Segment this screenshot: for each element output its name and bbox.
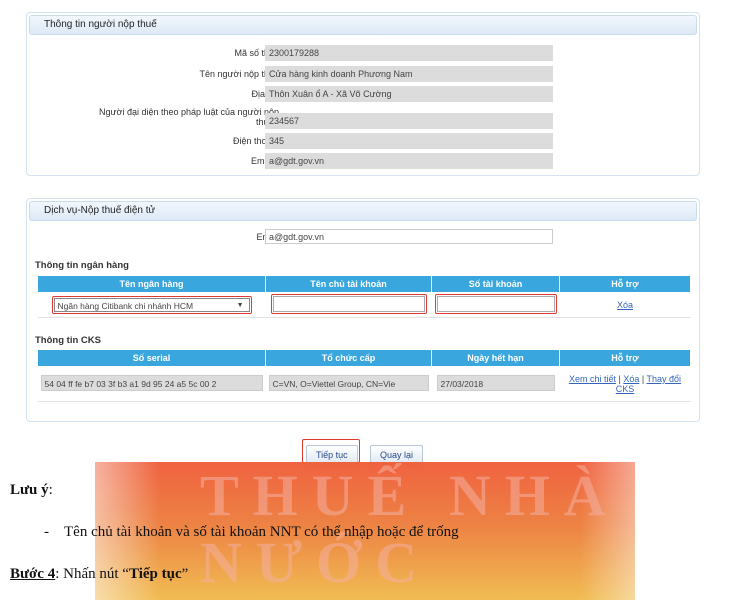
col-cks-support: Hỗ trợ bbox=[559, 349, 691, 367]
bank-row: Ngân hàng Citibank chi nhánh HCM ▼ Xóa bbox=[37, 292, 691, 318]
account-holder-input[interactable] bbox=[272, 296, 425, 312]
delete-bank-link[interactable]: Xóa bbox=[617, 300, 633, 310]
account-number-highlight bbox=[434, 294, 557, 314]
delete-cks-link[interactable]: Xóa bbox=[623, 374, 639, 384]
col-expiry: Ngày hết hạn bbox=[431, 349, 560, 367]
bullet-dash: - bbox=[44, 524, 49, 540]
taxpayer-info-panel: Thông tin người nộp thuế Mã số thuế 2300… bbox=[26, 12, 700, 176]
serial-value: 54 04 ff fe b7 03 3f b3 a1 9d 95 24 a5 5… bbox=[40, 375, 263, 391]
tax-code-value: 2300179288 bbox=[265, 45, 553, 61]
col-issuer: Tổ chức cấp bbox=[265, 349, 432, 367]
field-label-line1: Người đại diện theo pháp luật của người … bbox=[99, 107, 279, 117]
cks-row: 54 04 ff fe b7 03 3f b3 a1 9d 95 24 a5 5… bbox=[37, 366, 691, 402]
address-value: Thôn Xuân ổ A - Xã Võ Cường bbox=[265, 86, 553, 102]
email-input[interactable]: a@gdt.gov.vn bbox=[265, 153, 553, 169]
note-item: - Tên chủ tài khoản và số tài khoản NNT … bbox=[44, 524, 459, 540]
field-address: Địa chỉ Thôn Xuân ổ A - Xã Võ Cường bbox=[27, 86, 699, 102]
legal-representative-input[interactable]: 234567 bbox=[265, 113, 553, 129]
bank-section-title: Thông tin ngân hàng bbox=[35, 260, 129, 271]
cks-table: Số serial Tổ chức cấp Ngày hết hạn Hỗ tr… bbox=[37, 349, 691, 402]
field-taxpayer-name: Tên người nộp thuế Cửa hàng kinh doanh P… bbox=[27, 66, 699, 82]
field-tax-code: Mã số thuế 2300179288 bbox=[27, 45, 699, 61]
service-email-input[interactable]: a@gdt.gov.vn bbox=[265, 229, 553, 244]
taxpayer-name-value: Cửa hàng kinh doanh Phương Nam bbox=[265, 66, 553, 82]
bank-select-highlight: Ngân hàng Citibank chi nhánh HCM ▼ bbox=[51, 296, 252, 314]
service-panel-title: Dịch vụ-Nộp thuế điện tử bbox=[29, 201, 697, 221]
dropdown-arrow-icon: ▼ bbox=[236, 302, 244, 309]
col-bank-name: Tên ngân hàng bbox=[37, 275, 266, 293]
issuer-value: C=VN, O=Viettel Group, CN=Vie bbox=[268, 375, 429, 391]
phone-input[interactable]: 345 bbox=[265, 133, 553, 149]
field-phone: Điện thoại* 345 bbox=[27, 133, 699, 149]
expiry-value: 27/03/2018 bbox=[436, 375, 555, 391]
taxpayer-panel-title: Thông tin người nộp thuế bbox=[29, 15, 697, 35]
account-number-input[interactable] bbox=[436, 296, 555, 312]
col-account-holder: Tên chủ tài khoản bbox=[265, 275, 432, 293]
field-legal-representative: Người đại diện theo pháp luật của người … bbox=[27, 107, 699, 135]
service-email-row: Email a@gdt.gov.vn bbox=[27, 229, 699, 245]
field-label: Người đại diện theo pháp luật của người … bbox=[99, 107, 279, 127]
view-detail-link[interactable]: Xem chi tiết bbox=[569, 374, 616, 384]
field-email: Email* a@gdt.gov.vn bbox=[27, 153, 699, 169]
col-account-number: Số tài khoản bbox=[431, 275, 560, 293]
note-heading: Lưu ý: bbox=[10, 482, 53, 498]
cks-table-header: Số serial Tổ chức cấp Ngày hết hạn Hỗ tr… bbox=[37, 349, 691, 367]
col-serial: Số serial bbox=[37, 349, 266, 367]
step-instruction: Bước 4: Nhấn nút “Tiếp tục” bbox=[10, 566, 189, 582]
cks-section-title: Thông tin CKS bbox=[35, 335, 101, 346]
col-support: Hỗ trợ bbox=[559, 275, 691, 293]
bank-select[interactable]: Ngân hàng Citibank chi nhánh HCM ▼ bbox=[53, 298, 250, 312]
account-holder-highlight bbox=[270, 294, 427, 314]
bank-table: Tên ngân hàng Tên chủ tài khoản Số tài k… bbox=[37, 275, 691, 318]
e-tax-service-panel: Dịch vụ-Nộp thuế điện tử Email a@gdt.gov… bbox=[26, 198, 700, 422]
bank-table-header: Tên ngân hàng Tên chủ tài khoản Số tài k… bbox=[37, 275, 691, 293]
